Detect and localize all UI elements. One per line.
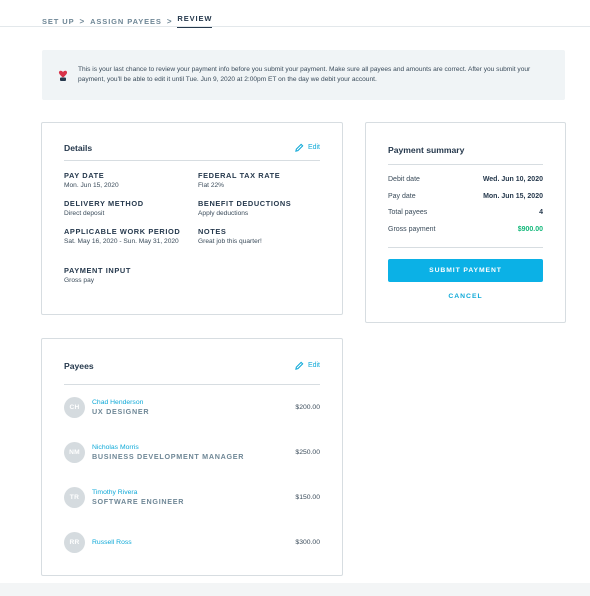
field-label: NOTES <box>198 227 227 236</box>
payee-row: TR Timothy Rivera SOFTWARE ENGINEER $150… <box>64 485 320 509</box>
field-value: Gross pay <box>64 277 95 284</box>
payees-title: Payees <box>64 361 94 371</box>
field-pay-date: PAY DATE Mon. Jun 15, 2020 <box>64 171 119 191</box>
notice-text: This is your last chance to review your … <box>78 66 531 83</box>
payee-role: BUSINESS DEVELOPMENT MANAGER <box>92 451 245 461</box>
field-label: PAYMENT INPUT <box>64 266 131 275</box>
field-label: PAY DATE <box>64 171 105 180</box>
payee-amount: $150.00 <box>295 493 320 501</box>
breadcrumb-setup[interactable]: SET UP <box>42 17 75 26</box>
field-federal-tax-rate: FEDERAL TAX RATE Flat 22% <box>198 171 280 191</box>
pencil-icon <box>295 361 304 370</box>
details-title: Details <box>64 143 93 153</box>
heart-hand-icon <box>58 70 68 81</box>
field-value: Apply deductions <box>198 210 249 217</box>
field-value: Flat 22% <box>198 182 225 189</box>
field-value: Mon. Jun 15, 2020 <box>64 182 119 189</box>
summary-label: Debit date <box>388 176 420 183</box>
avatar: NM <box>64 441 85 463</box>
breadcrumb-separator: > <box>166 16 173 26</box>
payee-row: CH Chad Henderson UX DESIGNER $200.00 <box>64 395 320 419</box>
field-notes: NOTES Great job this quarter! <box>198 227 262 247</box>
payee-amount: $300.00 <box>295 538 320 546</box>
summary-title: Payment summary <box>388 145 465 155</box>
field-label: BENEFIT DEDUCTIONS <box>198 199 292 208</box>
payee-amount: $250.00 <box>295 448 320 456</box>
field-delivery-method: DELIVERY METHOD Direct deposit <box>64 199 144 219</box>
summary-value: 4 <box>539 209 543 216</box>
details-edit-label: Edit <box>307 144 320 151</box>
field-value: Great job this quarter! <box>198 238 262 245</box>
avatar: CH <box>64 396 85 418</box>
avatar: TR <box>64 486 85 508</box>
summary-label: Pay date <box>388 193 416 200</box>
summary-divider-bottom <box>388 247 543 248</box>
payee-row: RR Russell Ross $300.00 <box>64 530 320 554</box>
field-label: FEDERAL TAX RATE <box>198 171 281 180</box>
field-label: APPLICABLE WORK PERIOD <box>64 227 181 236</box>
page-footer-band <box>0 583 590 596</box>
submit-payment-button[interactable]: SUBMIT PAYMENT <box>388 259 543 282</box>
breadcrumb-separator: > <box>79 16 86 26</box>
summary-divider-top <box>388 164 543 165</box>
payees-card: Payees Edit CH Chad Henderson UX DESIGNE… <box>41 338 343 576</box>
field-benefit-deductions: BENEFIT DEDUCTIONS Apply deductions <box>198 199 291 219</box>
summary-value: Mon. Jun 15, 2020 <box>483 193 543 200</box>
summary-value: $900.00 <box>517 226 543 233</box>
payee-name-link[interactable]: Russell Ross <box>92 539 295 546</box>
review-notice: This is your last chance to review your … <box>42 50 565 100</box>
details-edit-link[interactable]: Edit <box>295 143 320 152</box>
payee-role: SOFTWARE ENGINEER <box>92 496 185 506</box>
breadcrumb-divider <box>0 26 590 27</box>
breadcrumb-assign-payees[interactable]: ASSIGN PAYEES <box>90 17 162 26</box>
field-payment-input: PAYMENT INPUT Gross pay <box>64 266 131 286</box>
field-value: Direct deposit <box>64 210 105 217</box>
payees-edit-label: Edit <box>307 362 320 369</box>
summary-total-payees: Total payees 4 <box>388 209 543 216</box>
summary-debit-date: Debit date Wed. Jun 10, 2020 <box>388 176 543 183</box>
summary-value: Wed. Jun 10, 2020 <box>482 176 543 183</box>
payment-summary-card: Payment summary Debit date Wed. Jun 10, … <box>365 122 566 323</box>
payee-amount: $200.00 <box>295 403 320 411</box>
summary-gross-payment: Gross payment $900.00 <box>388 226 543 233</box>
payee-role: UX DESIGNER <box>92 406 150 416</box>
payees-edit-link[interactable]: Edit <box>295 361 320 370</box>
cancel-button[interactable]: CANCEL <box>388 293 543 300</box>
summary-label: Total payees <box>388 209 428 216</box>
field-label: DELIVERY METHOD <box>64 199 144 208</box>
details-card: Details Edit PAY DATE Mon. Jun 15, 2020 … <box>41 122 343 315</box>
details-divider <box>64 160 320 161</box>
pencil-icon <box>295 143 304 152</box>
payee-name-link[interactable]: Chad Henderson <box>92 399 295 406</box>
summary-label: Gross payment <box>388 226 436 233</box>
field-value: Sat. May 16, 2020 - Sun. May 31, 2020 <box>64 238 179 245</box>
payee-name-link[interactable]: Timothy Rivera <box>92 489 295 496</box>
field-work-period: APPLICABLE WORK PERIOD Sat. May 16, 2020… <box>64 227 188 247</box>
summary-pay-date: Pay date Mon. Jun 15, 2020 <box>388 193 543 200</box>
avatar: RR <box>64 531 85 553</box>
payee-name-link[interactable]: Nicholas Morris <box>92 444 295 451</box>
payees-divider <box>64 384 320 385</box>
payee-row: NM Nicholas Morris BUSINESS DEVELOPMENT … <box>64 440 320 464</box>
